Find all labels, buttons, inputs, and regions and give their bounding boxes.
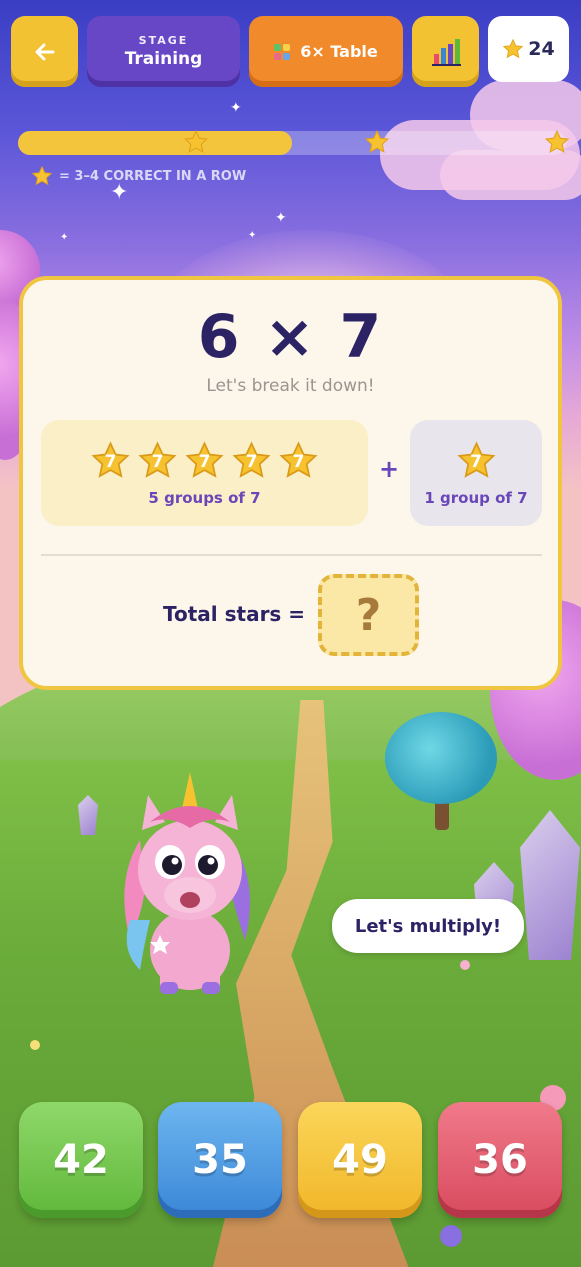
star-icon — [31, 165, 53, 186]
sparkle-icon: ✦ — [275, 210, 287, 226]
star-counter: 24 — [488, 16, 569, 82]
answer-button-3[interactable]: 49 — [298, 1102, 422, 1218]
divider — [41, 554, 542, 556]
arrow-left-icon — [35, 43, 54, 60]
number-star: 7 — [184, 440, 225, 481]
answer-button-2[interactable]: 35 — [158, 1102, 282, 1218]
answer-button-1[interactable]: 42 — [19, 1102, 143, 1218]
equation: 6 × 7 — [197, 302, 384, 372]
star-row: 7 — [456, 440, 497, 481]
legend-text: = 3–4 CORRECT IN A ROW — [59, 168, 247, 184]
milestone-star-icon — [183, 129, 209, 153]
group-box-one: 7 1 group of 7 — [410, 420, 542, 526]
bar-chart-icon — [431, 38, 461, 66]
blue-tree — [385, 712, 497, 804]
star-number: 7 — [151, 451, 164, 472]
problem-card: 6 × 7 Let's break it down! 7 7 7 7 7 5 g… — [19, 276, 562, 690]
speech-bubble: Let's multiply! — [332, 899, 524, 953]
progress-bar — [18, 131, 566, 155]
number-star: 7 — [137, 440, 178, 481]
total-label: Total stars = — [163, 602, 306, 626]
answer-slot: ? — [318, 574, 419, 656]
progress-fill — [18, 131, 292, 155]
star-number: 7 — [104, 451, 117, 472]
star-icon — [503, 38, 524, 59]
hint-text: Let's break it down! — [206, 376, 375, 396]
milestone-star-icon — [544, 129, 570, 153]
stage-label: STAGE — [138, 34, 189, 47]
star-number: 7 — [245, 451, 258, 472]
sparkle-icon: ✦ — [60, 232, 69, 243]
stage-button[interactable]: STAGE Training — [87, 16, 240, 87]
progress-legend: = 3–4 CORRECT IN A ROW — [31, 164, 246, 188]
star-count: 24 — [528, 38, 555, 60]
star-number: 7 — [198, 451, 211, 472]
unicorn-mascot — [124, 772, 250, 994]
answer-button-4[interactable]: 36 — [438, 1102, 562, 1218]
number-star: 7 — [90, 440, 131, 481]
sparkle-icon: ✦ — [230, 100, 242, 116]
flower — [30, 1040, 40, 1050]
number-star: 7 — [231, 440, 272, 481]
stage-value: Training — [124, 49, 203, 69]
star-row: 7 7 7 7 7 — [90, 440, 319, 481]
star-number: 7 — [470, 451, 482, 472]
flower — [460, 960, 470, 970]
multiplication-table-icon — [274, 43, 292, 60]
times-table-button[interactable]: 6× Table — [249, 16, 403, 87]
flower — [440, 1225, 462, 1247]
group-label: 1 group of 7 — [424, 488, 528, 507]
plus-sign: + — [378, 455, 400, 483]
stats-button[interactable] — [412, 16, 479, 87]
times-table-label: 6× Table — [300, 42, 378, 61]
back-button[interactable] — [11, 16, 78, 87]
group-box-five: 7 7 7 7 7 5 groups of 7 — [41, 420, 368, 526]
number-star: 7 — [456, 440, 497, 481]
number-star: 7 — [278, 440, 319, 481]
sparkle-icon: ✦ — [248, 230, 257, 241]
milestone-star-icon — [364, 129, 390, 153]
star-number: 7 — [292, 451, 305, 472]
cloud — [440, 150, 581, 200]
group-label: 5 groups of 7 — [148, 488, 261, 507]
